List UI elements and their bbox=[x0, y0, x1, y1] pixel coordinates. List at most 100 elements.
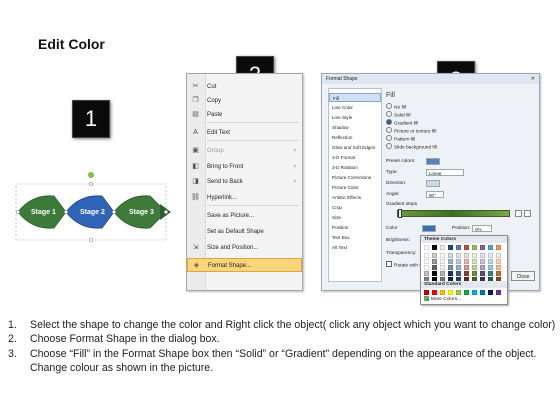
theme-color-swatch[interactable] bbox=[464, 271, 469, 276]
theme-color-swatch[interactable] bbox=[472, 271, 477, 276]
menu-item-group[interactable]: ▣ Group › bbox=[187, 144, 302, 158]
theme-color-swatch[interactable] bbox=[496, 271, 501, 276]
nav-item-line-color[interactable]: Line Color bbox=[329, 103, 381, 112]
theme-color-swatch[interactable] bbox=[424, 271, 429, 276]
standard-color-swatch[interactable] bbox=[424, 290, 429, 295]
add-stop-button[interactable] bbox=[515, 210, 522, 217]
nav-item-artistic-effects[interactable]: Artistic Effects bbox=[329, 193, 381, 202]
theme-color-swatch[interactable] bbox=[448, 265, 453, 270]
stage-arrows[interactable]: Stage 1 Stage 2 Stage 3 bbox=[14, 174, 179, 246]
nav-item-glow-and-soft-edges[interactable]: Glow and Soft Edges bbox=[329, 143, 381, 152]
direction-dropdown[interactable] bbox=[426, 180, 440, 187]
close-icon[interactable]: ✕ bbox=[531, 74, 535, 84]
theme-color-swatch[interactable] bbox=[456, 265, 461, 270]
theme-color-swatch[interactable] bbox=[448, 245, 453, 250]
gradient-stop-handle[interactable] bbox=[398, 209, 402, 218]
theme-color-swatch[interactable] bbox=[472, 253, 477, 258]
menu-item-paste[interactable]: ▤ Paste bbox=[187, 108, 302, 122]
theme-color-swatch[interactable] bbox=[480, 265, 485, 270]
fill-option-pattern-fill[interactable]: Pattern fill bbox=[386, 135, 415, 143]
theme-color-swatch[interactable] bbox=[480, 259, 485, 264]
standard-color-swatch[interactable] bbox=[472, 290, 477, 295]
theme-color-swatch[interactable] bbox=[448, 259, 453, 264]
theme-color-swatch[interactable] bbox=[496, 265, 501, 270]
theme-color-swatch[interactable] bbox=[472, 265, 477, 270]
nav-item-line-style[interactable]: Line Style bbox=[329, 113, 381, 122]
color-dropdown[interactable] bbox=[422, 225, 436, 232]
menu-item-size-and-position[interactable]: ⇲ Size and Position... bbox=[187, 241, 302, 255]
theme-color-swatch[interactable] bbox=[456, 245, 461, 250]
theme-color-swatch[interactable] bbox=[432, 259, 437, 264]
menu-item-copy[interactable]: ❐ Copy bbox=[187, 94, 302, 108]
theme-color-swatch[interactable] bbox=[456, 253, 461, 258]
menu-item-edit-text[interactable]: A Edit Text bbox=[187, 126, 302, 140]
theme-color-swatch[interactable] bbox=[432, 253, 437, 258]
theme-color-swatch[interactable] bbox=[432, 265, 437, 270]
theme-color-swatch[interactable] bbox=[488, 259, 493, 264]
theme-color-swatch[interactable] bbox=[464, 245, 469, 250]
theme-color-swatch[interactable] bbox=[432, 245, 437, 250]
theme-color-swatch[interactable] bbox=[464, 259, 469, 264]
theme-color-swatch[interactable] bbox=[480, 271, 485, 276]
menu-item-save-as-picture[interactable]: Save as Picture... bbox=[187, 209, 302, 223]
nav-item-picture-corrections[interactable]: Picture Corrections bbox=[329, 173, 381, 182]
theme-color-swatch[interactable] bbox=[488, 253, 493, 258]
nav-item-alt-text[interactable]: Alt Text bbox=[329, 243, 381, 252]
nav-item-shadow[interactable]: Shadow bbox=[329, 123, 381, 132]
theme-color-swatch[interactable] bbox=[424, 253, 429, 258]
theme-color-swatch[interactable] bbox=[480, 245, 485, 250]
nav-item-picture-color[interactable]: Picture Color bbox=[329, 183, 381, 192]
standard-color-swatch[interactable] bbox=[488, 290, 493, 295]
theme-color-swatch[interactable] bbox=[456, 271, 461, 276]
menu-item-format-shape[interactable]: ◈ Format Shape... bbox=[187, 258, 302, 272]
standard-color-swatch[interactable] bbox=[440, 290, 445, 295]
gradient-stops-bar[interactable] bbox=[397, 210, 510, 217]
position-field[interactable]: 0% bbox=[472, 225, 492, 232]
theme-color-swatch[interactable] bbox=[432, 271, 437, 276]
theme-color-swatch[interactable] bbox=[440, 271, 445, 276]
standard-color-swatch[interactable] bbox=[496, 290, 501, 295]
theme-color-swatch[interactable] bbox=[496, 253, 501, 258]
theme-color-swatch[interactable] bbox=[472, 259, 477, 264]
nav-item-3-d-format[interactable]: 3-D Format bbox=[329, 153, 381, 162]
theme-color-swatch[interactable] bbox=[440, 245, 445, 250]
theme-color-swatch[interactable] bbox=[488, 245, 493, 250]
theme-color-swatch[interactable] bbox=[448, 253, 453, 258]
theme-color-swatch[interactable] bbox=[488, 265, 493, 270]
theme-color-swatch[interactable] bbox=[440, 265, 445, 270]
theme-color-swatch[interactable] bbox=[424, 245, 429, 250]
fill-option-slide-background-fill[interactable]: Slide background fill bbox=[386, 143, 437, 151]
menu-item-set-as-default-shape[interactable]: Set as Default Shape bbox=[187, 225, 302, 239]
theme-color-swatch[interactable] bbox=[464, 265, 469, 270]
standard-color-swatch[interactable] bbox=[432, 290, 437, 295]
theme-color-swatch[interactable] bbox=[496, 245, 501, 250]
theme-color-swatch[interactable] bbox=[496, 259, 501, 264]
more-colors-link[interactable]: More Colors... bbox=[424, 296, 461, 302]
remove-stop-button[interactable] bbox=[524, 210, 531, 217]
standard-color-swatch[interactable] bbox=[464, 290, 469, 295]
theme-color-swatch[interactable] bbox=[440, 259, 445, 264]
type-dropdown[interactable]: Linear bbox=[426, 169, 464, 176]
theme-color-swatch[interactable] bbox=[472, 245, 477, 250]
theme-color-swatch[interactable] bbox=[464, 253, 469, 258]
nav-item-reflection[interactable]: Reflection bbox=[329, 133, 381, 142]
menu-item-send-to-back[interactable]: ◨ Send to Back › bbox=[187, 175, 302, 189]
fill-option-gradient-fill[interactable]: Gradient fill bbox=[386, 119, 418, 127]
theme-color-swatch[interactable] bbox=[440, 253, 445, 258]
preset-colors-dropdown[interactable] bbox=[426, 158, 440, 165]
theme-color-swatch[interactable] bbox=[488, 271, 493, 276]
nav-item-crop[interactable]: Crop bbox=[329, 203, 381, 212]
close-button[interactable]: Close bbox=[511, 271, 535, 281]
nav-item-text-box[interactable]: Text Box bbox=[329, 233, 381, 242]
standard-color-swatch[interactable] bbox=[448, 290, 453, 295]
fill-option-picture-or-texture-fill[interactable]: Picture or texture fill bbox=[386, 127, 436, 135]
nav-item-size[interactable]: Size bbox=[329, 213, 381, 222]
menu-item-bring-to-front[interactable]: ◧ Bring to Front › bbox=[187, 160, 302, 174]
theme-color-swatch[interactable] bbox=[448, 271, 453, 276]
theme-color-swatch[interactable] bbox=[480, 253, 485, 258]
standard-color-swatch[interactable] bbox=[456, 290, 461, 295]
nav-item-3-d-rotation[interactable]: 3-D Rotation bbox=[329, 163, 381, 172]
nav-item-position[interactable]: Position bbox=[329, 223, 381, 232]
theme-color-swatch[interactable] bbox=[424, 259, 429, 264]
theme-color-swatch[interactable] bbox=[424, 265, 429, 270]
